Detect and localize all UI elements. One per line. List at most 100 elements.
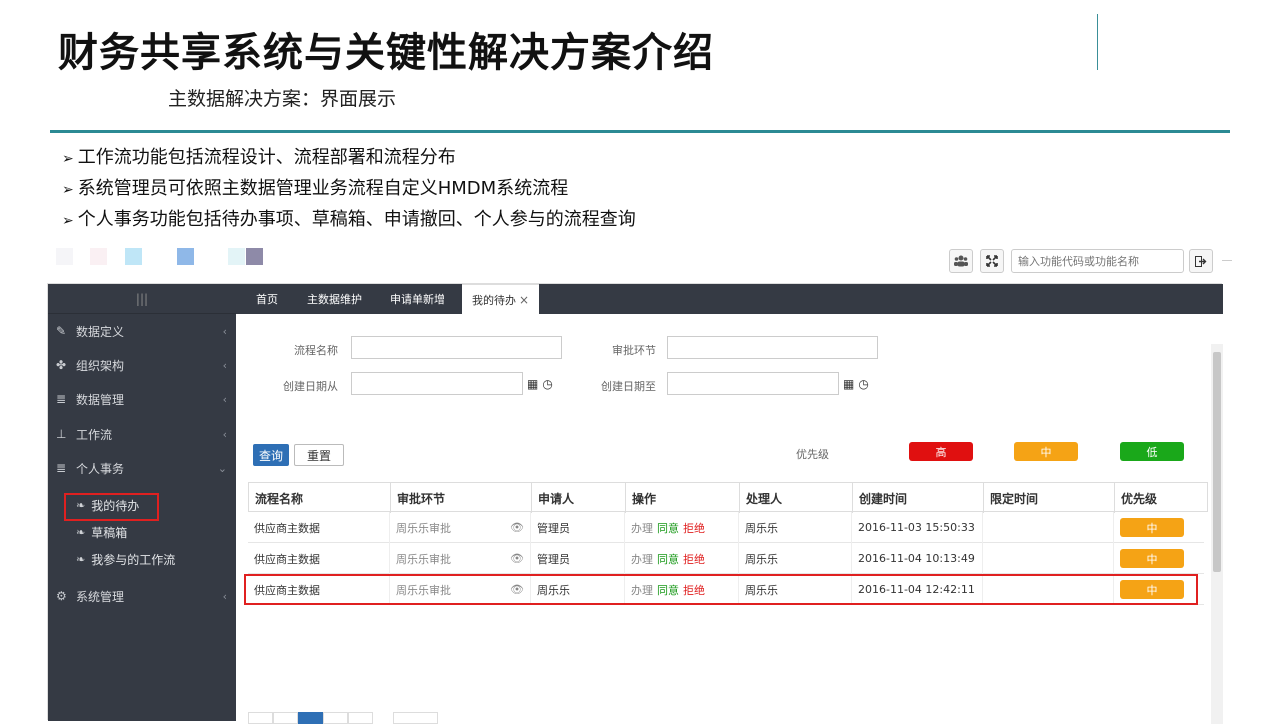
process-name-input[interactable] [351,336,562,359]
chevron-left-icon: ‹ [222,358,227,372]
sidebar-item-label: 个人事务 [76,461,125,476]
eye-icon[interactable]: 👁 [510,552,524,565]
process-name-cell: 供应商主数据 [248,543,390,574]
calendar-icon[interactable]: ▦ [843,377,854,391]
function-search-input[interactable] [1011,249,1184,273]
chevron-down-icon: ⌄ [217,461,227,475]
chevron-left-icon: ‹ [222,589,227,603]
bullet-arrow-icon: ➢ [62,213,74,229]
scrollbar-thumb[interactable] [1213,352,1221,572]
database-icon: ≣ [56,461,67,475]
sidebar-item-label: 数据定义 [76,324,125,339]
page-button[interactable] [248,712,273,724]
tab-home[interactable]: 首页 [256,284,278,314]
title-divider [1097,14,1098,70]
sidebar-item-data-definition[interactable]: ✎ 数据定义 ‹ [48,316,236,346]
tab-label: 我的待办 [472,293,516,307]
query-button[interactable]: 查询 [253,444,289,466]
clock-icon[interactable]: ◷ [858,377,868,391]
theme-swatch[interactable] [90,248,107,265]
clock-icon[interactable]: ◷ [542,377,552,391]
sidebar: ||| ✎ 数据定义 ‹ ✤ 组织架构 ‹ ≣ 数据管理 ‹ ⊥ 工作流 ‹ ≣… [48,284,236,721]
sidebar-item-label: 系统管理 [76,589,125,604]
priority-badge[interactable]: 中 [1120,549,1184,568]
bullet-arrow-icon: ➢ [62,182,74,198]
page-button-active[interactable] [298,712,323,724]
limit-time-cell [983,512,1114,543]
reject-link[interactable]: 拒绝 [683,551,705,567]
handle-link[interactable]: 办理 [631,551,653,567]
scrollbar[interactable] [1211,344,1223,724]
sidebar-item-label: 工作流 [76,427,113,442]
column-header[interactable]: 操作 [626,483,740,513]
reset-button[interactable]: 重置 [294,444,344,466]
sidebar-item-organization[interactable]: ✤ 组织架构 ‹ [48,350,236,380]
sidebar-item-data-management[interactable]: ≣ 数据管理 ‹ [48,384,236,414]
theme-swatch[interactable] [125,248,142,265]
theme-swatch[interactable] [246,248,263,265]
handle-link[interactable]: 办理 [631,520,653,536]
leaf-icon: ❧ [76,525,86,539]
calendar-icon[interactable]: ▦ [527,377,538,391]
leaf-icon: ❧ [76,552,86,566]
sidebar-item-system-management[interactable]: ⚙ 系统管理 ‹ [48,581,236,611]
sidebar-toggle-icon[interactable]: ||| [48,284,236,314]
applicant-cell: 管理员 [531,512,625,543]
fullscreen-icon[interactable] [980,249,1004,273]
app-window: ||| ✎ 数据定义 ‹ ✤ 组织架构 ‹ ≣ 数据管理 ‹ ⊥ 工作流 ‹ ≣… [47,283,1223,724]
bullet-item: ➢ 工作流功能包括流程设计、流程部署和流程分布 [62,147,456,168]
column-header[interactable]: 创建时间 [853,483,984,513]
table-row[interactable]: 供应商主数据 周乐乐审批 👁 管理员 办理 同意 拒绝 周乐乐 2016-11-0… [248,512,1204,543]
sidebar-item-workflow[interactable]: ⊥ 工作流 ‹ [48,419,236,449]
header-rule [50,130,1230,133]
close-icon[interactable]: × [519,293,529,307]
logout-icon[interactable] [1189,249,1213,273]
gears-icon: ⚙ [56,589,67,603]
highlight-box [244,574,1198,605]
priority-badge[interactable]: 中 [1120,518,1184,537]
page-size-select[interactable] [393,712,438,724]
column-header[interactable]: 流程名称 [249,483,391,513]
priority-low-button[interactable]: 低 [1120,442,1184,461]
created-time-cell: 2016-11-03 15:50:33 [852,512,983,543]
approve-link[interactable]: 同意 [657,520,679,536]
bullet-arrow-icon: ➢ [62,151,74,167]
tab-new-application[interactable]: 申请单新增 [390,284,445,314]
priority-high-button[interactable]: 高 [909,442,973,461]
tab-my-todo[interactable]: 我的待办 × [462,284,540,314]
column-header[interactable]: 申请人 [532,483,626,513]
tab-master-data[interactable]: 主数据维护 [307,284,362,314]
eye-icon[interactable]: 👁 [510,521,524,534]
slide-subtitle: 主数据解决方案：界面展示 [168,88,397,110]
page-button[interactable] [348,712,373,724]
sidebar-subitem-drafts[interactable]: ❧ 草稿箱 [76,521,127,543]
approval-step-input[interactable] [667,336,878,359]
created-to-input[interactable] [667,372,839,395]
created-from-input[interactable] [351,372,523,395]
page-button[interactable] [323,712,348,724]
applicant-cell: 管理员 [531,543,625,574]
column-header[interactable]: 审批环节 [391,483,532,513]
reject-link[interactable]: 拒绝 [683,520,705,536]
priority-medium-button[interactable]: 中 [1014,442,1078,461]
bullet-item: ➢ 系统管理员可依照主数据管理业务流程自定义HMDM系统流程 [62,178,569,199]
org-icon: ✤ [56,358,67,372]
column-header[interactable]: 优先级 [1115,483,1208,513]
column-header[interactable]: 处理人 [740,483,853,513]
table-row[interactable]: 供应商主数据 周乐乐审批 👁 管理员 办理 同意 拒绝 周乐乐 2016-11-0… [248,543,1204,574]
theme-swatch[interactable] [56,248,73,265]
actions-cell: 办理 同意 拒绝 [625,543,739,574]
process-name-cell: 供应商主数据 [248,512,390,543]
sidebar-subitem-my-workflows[interactable]: ❧ 我参与的工作流 [76,548,175,570]
approve-link[interactable]: 同意 [657,551,679,567]
users-icon[interactable] [949,249,973,273]
tab-bar: 首页 主数据维护 申请单新增 我的待办 × [236,284,1223,314]
page-button[interactable] [273,712,298,724]
theme-swatch[interactable] [177,248,194,265]
sidebar-subitem-label: 我参与的工作流 [91,552,176,567]
created-to-label: 创建日期至 [601,380,656,393]
sidebar-item-personal-affairs[interactable]: ≣ 个人事务 ⌄ [48,453,236,483]
column-header[interactable]: 限定时间 [984,483,1115,513]
limit-time-cell [983,543,1114,574]
theme-swatch[interactable] [228,248,245,265]
